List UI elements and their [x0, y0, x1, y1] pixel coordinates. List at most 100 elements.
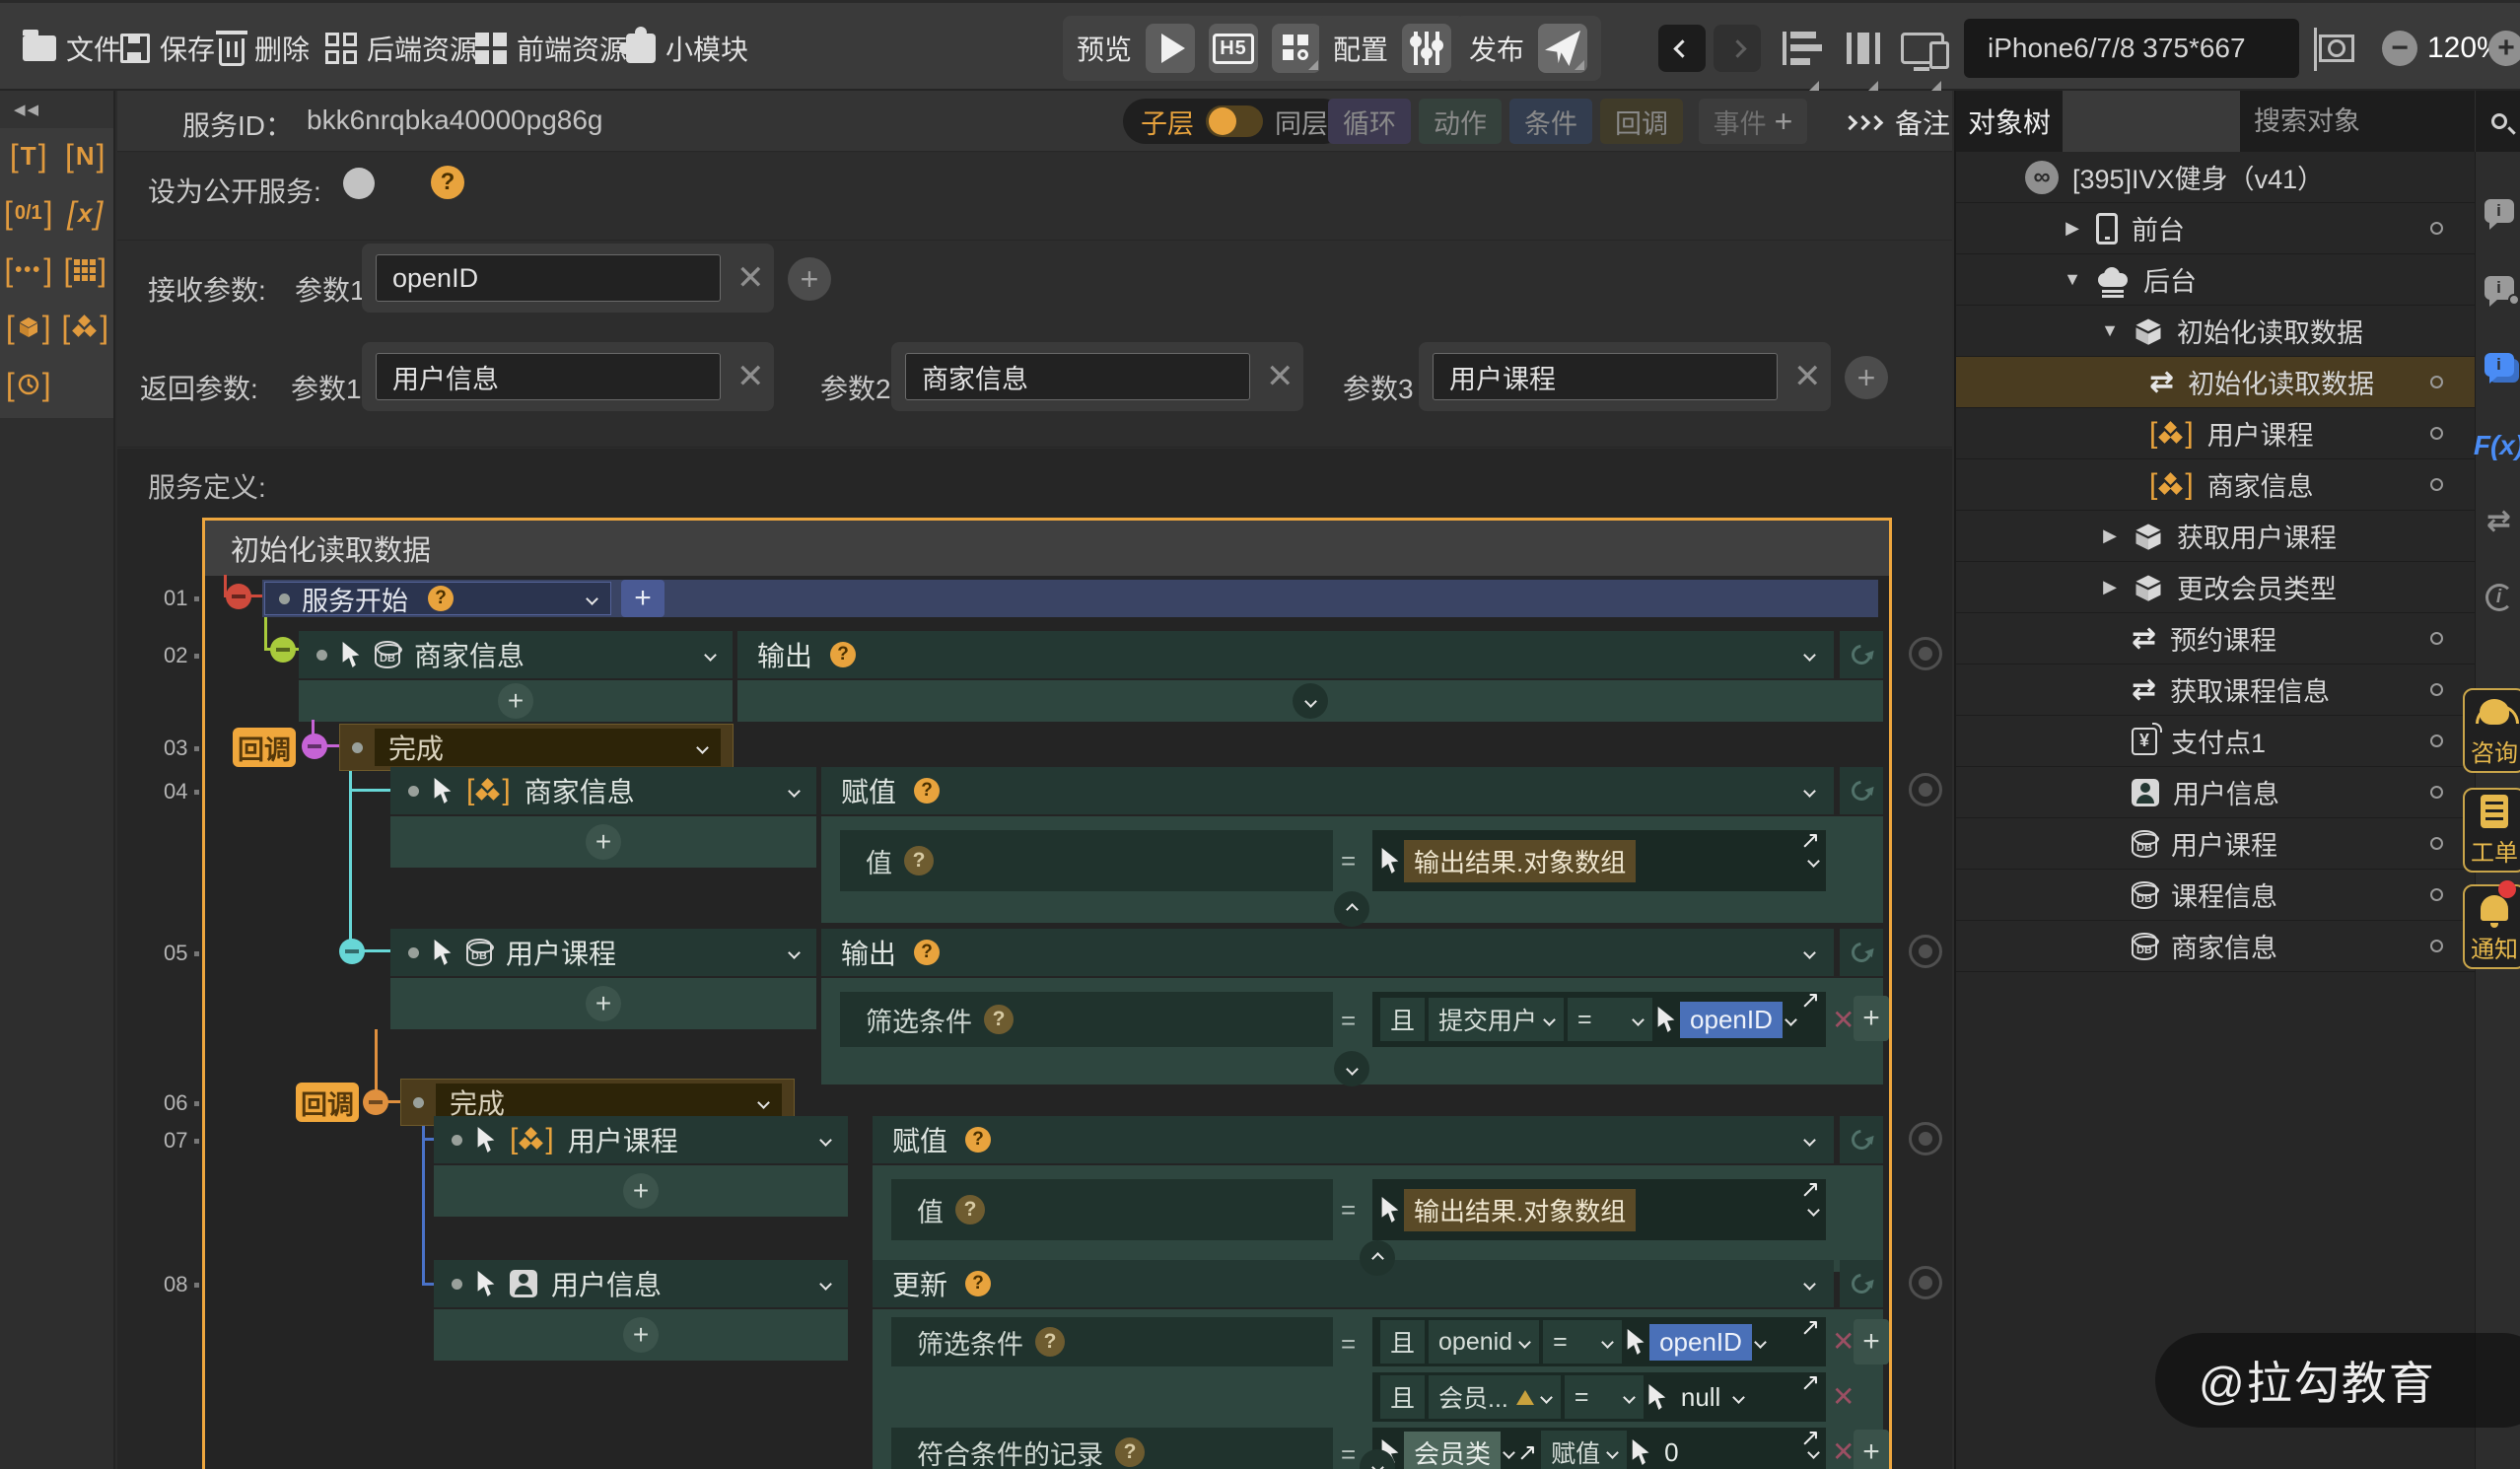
- chevron-down-icon[interactable]: [1503, 1446, 1515, 1459]
- target-block-user-course[interactable]: 用户课程: [434, 1116, 848, 1163]
- formula-button[interactable]: F(x): [2474, 430, 2520, 461]
- chevron-down-icon[interactable]: [1754, 1336, 1767, 1349]
- loop-refresh-button[interactable]: [1840, 1260, 1883, 1307]
- expand-editor-icon[interactable]: [1800, 1175, 1820, 1204]
- bound-value-pill[interactable]: null: [1671, 1379, 1730, 1416]
- target-block-user-course[interactable]: 用户课程: [390, 929, 816, 976]
- note-button[interactable]: 备注: [1845, 103, 1950, 142]
- add-action-button[interactable]: +: [586, 986, 621, 1021]
- operation-block-update[interactable]: 更新: [873, 1260, 1834, 1307]
- return-param2-input[interactable]: [905, 353, 1250, 400]
- snapshot-button[interactable]: [2319, 3, 2354, 94]
- condition-field-select[interactable]: openid: [1429, 1320, 1539, 1364]
- consult-button[interactable]: 咨询: [2463, 688, 2520, 773]
- service-start-block[interactable]: 服务开始: [264, 582, 611, 615]
- tree-item-app[interactable]: ∞[395]IVX健身（v41）: [1956, 152, 2475, 203]
- collapse-node-row5[interactable]: [339, 939, 365, 964]
- help-icon[interactable]: [1115, 1437, 1145, 1467]
- help-icon[interactable]: [955, 1195, 985, 1224]
- target-block-user-info[interactable]: 用户信息: [434, 1260, 848, 1307]
- breakpoint-target-icon[interactable]: [1909, 637, 1942, 670]
- layout-columns-button[interactable]: [1846, 3, 1881, 94]
- operation-block-assign[interactable]: 赋值: [873, 1116, 1834, 1163]
- tree-item-user-course-db[interactable]: 用户课程: [1956, 818, 2475, 870]
- expand-editor-icon[interactable]: [1517, 1438, 1537, 1467]
- redo-button[interactable]: [1714, 25, 1761, 72]
- operation-block-output[interactable]: 输出: [821, 929, 1834, 976]
- bound-value-pill[interactable]: openID: [1680, 1002, 1783, 1038]
- remove-param-icon[interactable]: ✕: [736, 360, 765, 393]
- chevron-down-icon[interactable]: [704, 649, 717, 662]
- help-icon[interactable]: [431, 166, 464, 199]
- file-button[interactable]: 文件: [23, 3, 121, 94]
- bound-field-pill[interactable]: 会员类: [1404, 1432, 1501, 1469]
- help-icon[interactable]: [428, 586, 454, 611]
- chevron-down-icon[interactable]: [1803, 1278, 1816, 1291]
- help-icon[interactable]: [984, 1005, 1014, 1034]
- chevron-down-icon[interactable]: [696, 741, 709, 754]
- add-action-button[interactable]: +: [623, 1317, 659, 1353]
- add-receive-param-button[interactable]: +: [788, 257, 831, 301]
- help-icon[interactable]: [914, 778, 940, 804]
- visibility-dot-icon[interactable]: [2430, 632, 2443, 645]
- callback-button[interactable]: 回调: [1600, 99, 1683, 144]
- visibility-dot-icon[interactable]: [2430, 786, 2443, 799]
- expand-down-icon[interactable]: ▼: [2100, 320, 2120, 341]
- save-button[interactable]: 保存: [120, 3, 215, 94]
- target-block-merchant-info[interactable]: 商家信息: [299, 631, 733, 678]
- condition-button[interactable]: 条件: [1509, 99, 1592, 144]
- visibility-dot-icon[interactable]: [2430, 940, 2443, 952]
- help-icon[interactable]: [904, 846, 934, 875]
- visibility-dot-icon[interactable]: [2430, 427, 2443, 440]
- layer-toggle-switch[interactable]: [1206, 105, 1263, 137]
- add-action-button[interactable]: +: [498, 683, 533, 719]
- tree-item-init-service-selected[interactable]: ⇄初始化读取数据: [1956, 357, 2475, 408]
- breakpoint-target-icon[interactable]: [1909, 935, 1942, 968]
- notify-button[interactable]: 通知: [2463, 884, 2520, 969]
- help-icon[interactable]: [965, 1271, 991, 1296]
- condition-field-select[interactable]: 提交用户: [1429, 998, 1564, 1041]
- preview-play-button[interactable]: [1146, 24, 1195, 73]
- collapse-node-callback1[interactable]: [302, 734, 327, 759]
- value-field[interactable]: 输出结果.对象数组: [1372, 830, 1826, 891]
- chevron-down-icon[interactable]: [788, 946, 801, 959]
- collapse-node-start[interactable]: [226, 584, 251, 609]
- array-2d-icon[interactable]: [63, 254, 106, 286]
- collapse-node-row2[interactable]: [270, 637, 296, 663]
- expand-section-button[interactable]: [1334, 1051, 1369, 1086]
- collapse-node-callback2[interactable]: [363, 1089, 388, 1115]
- add-assign-button[interactable]: +: [1854, 1430, 1889, 1469]
- target-block-merchant-info[interactable]: 商家信息: [390, 767, 816, 814]
- chevron-down-icon[interactable]: [1732, 1391, 1745, 1404]
- remove-condition-icon[interactable]: ✕: [1832, 1004, 1855, 1036]
- sidebar-collapse-button[interactable]: ◀◀: [0, 91, 113, 128]
- chevron-down-icon[interactable]: [757, 1096, 770, 1109]
- action-button[interactable]: 动作: [1419, 99, 1502, 144]
- ticket-button[interactable]: 工单: [2463, 788, 2520, 873]
- frontend-resources-button[interactable]: 前端资源: [475, 3, 627, 94]
- help-icon[interactable]: [965, 1127, 991, 1153]
- timer-icon[interactable]: [6, 369, 51, 400]
- device-select[interactable]: iPhone6/7/8 375*667: [1964, 19, 2299, 78]
- tree-item-pay-point[interactable]: ¥支付点1: [1956, 716, 2475, 767]
- expand-editor-icon[interactable]: [1800, 1313, 1820, 1342]
- tree-item-get-user-course[interactable]: ▶ 获取用户课程: [1956, 511, 2475, 562]
- expand-editor-icon[interactable]: [1800, 986, 1820, 1014]
- bound-value-pill[interactable]: 输出结果.对象数组: [1404, 840, 1636, 882]
- remove-param-icon[interactable]: ✕: [1266, 360, 1295, 393]
- condition-operator-select[interactable]: =: [1568, 998, 1652, 1041]
- tree-item-merchant-info-var[interactable]: 商家信息: [1956, 459, 2475, 511]
- expand-right-icon[interactable]: ▶: [2100, 525, 2120, 546]
- publish-button[interactable]: [1538, 24, 1587, 73]
- remove-condition-icon[interactable]: ✕: [1832, 1325, 1855, 1358]
- comments-button[interactable]: i: [2485, 353, 2514, 377]
- assign-operation-select[interactable]: 赋值: [1541, 1431, 1627, 1469]
- visibility-dot-icon[interactable]: [2430, 888, 2443, 901]
- object-variable-icon[interactable]: [6, 312, 51, 343]
- text-variable-icon[interactable]: T: [10, 140, 47, 172]
- chevron-down-icon[interactable]: [819, 1134, 832, 1147]
- zoom-in-button[interactable]: +: [2488, 3, 2520, 94]
- chevron-down-icon[interactable]: [1807, 855, 1820, 868]
- add-step-button[interactable]: +: [621, 580, 665, 617]
- collapse-section-button[interactable]: [1334, 891, 1369, 927]
